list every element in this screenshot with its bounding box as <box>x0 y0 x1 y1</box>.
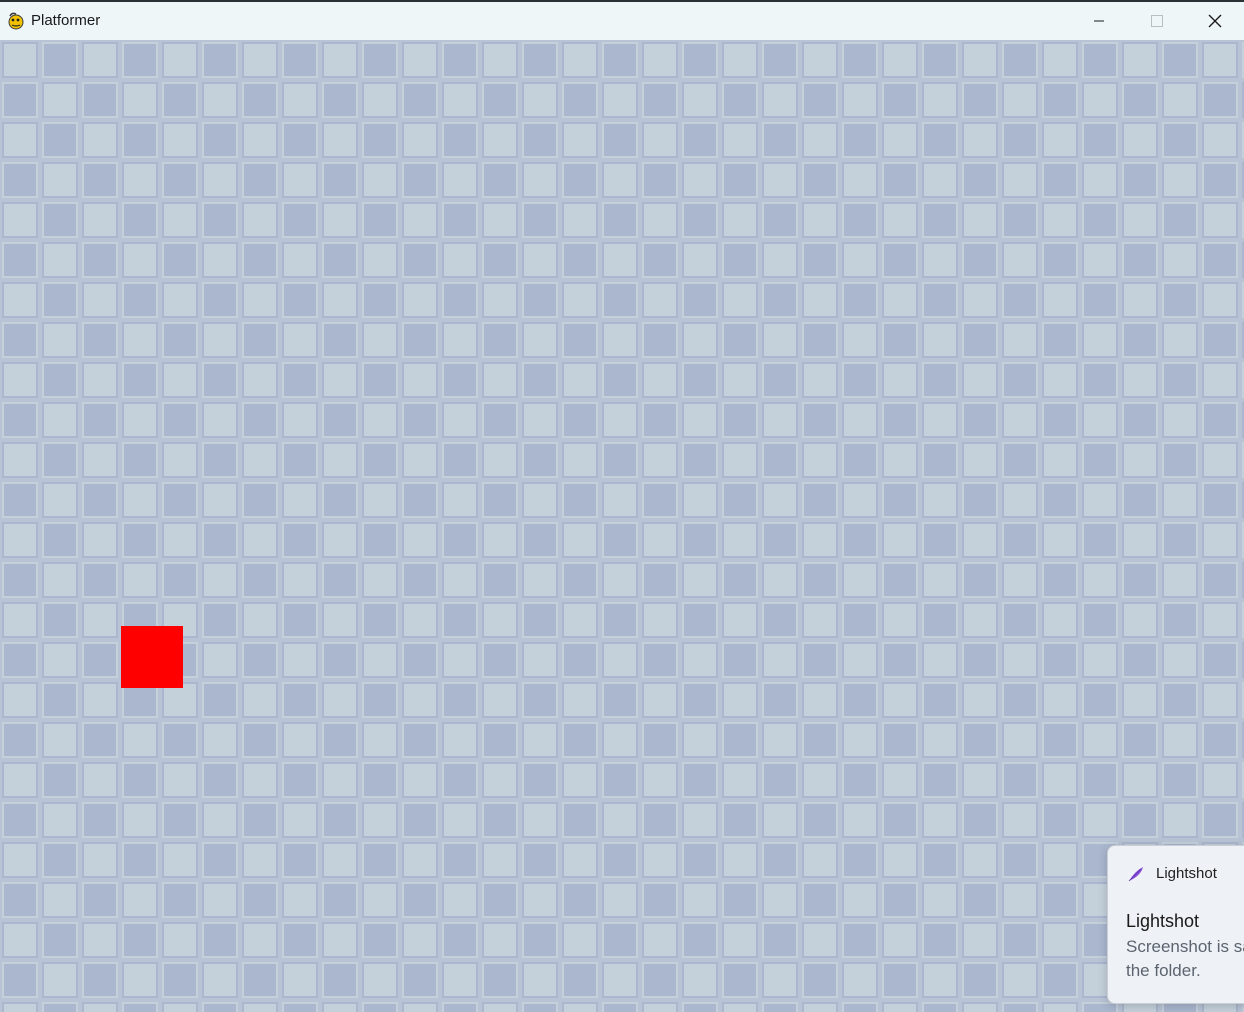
feather-icon <box>1128 867 1143 882</box>
minimize-icon <box>1094 20 1104 22</box>
title-bar[interactable]: Platformer <box>0 0 1244 40</box>
close-button[interactable] <box>1186 2 1244 40</box>
player-block <box>121 626 183 688</box>
maximize-button[interactable] <box>1128 2 1186 40</box>
python-snake-icon <box>8 12 24 30</box>
notification-toast[interactable]: Lightshot Lightshot Screenshot is saved … <box>1107 845 1244 1004</box>
notification-app-name: Lightshot <box>1156 865 1217 882</box>
game-canvas[interactable] <box>0 40 1244 1012</box>
notification-title: Lightshot <box>1126 911 1200 931</box>
close-icon <box>1208 14 1222 28</box>
window-title: Platformer <box>31 12 101 29</box>
minimize-button[interactable] <box>1070 2 1128 40</box>
tile-background <box>0 40 1244 1012</box>
notification-body: Screenshot is saved to the folder. <box>1126 937 1244 980</box>
app-window: Platformer Lightshot Lightshot Screensho… <box>0 0 1244 1012</box>
maximize-icon <box>1151 15 1163 27</box>
